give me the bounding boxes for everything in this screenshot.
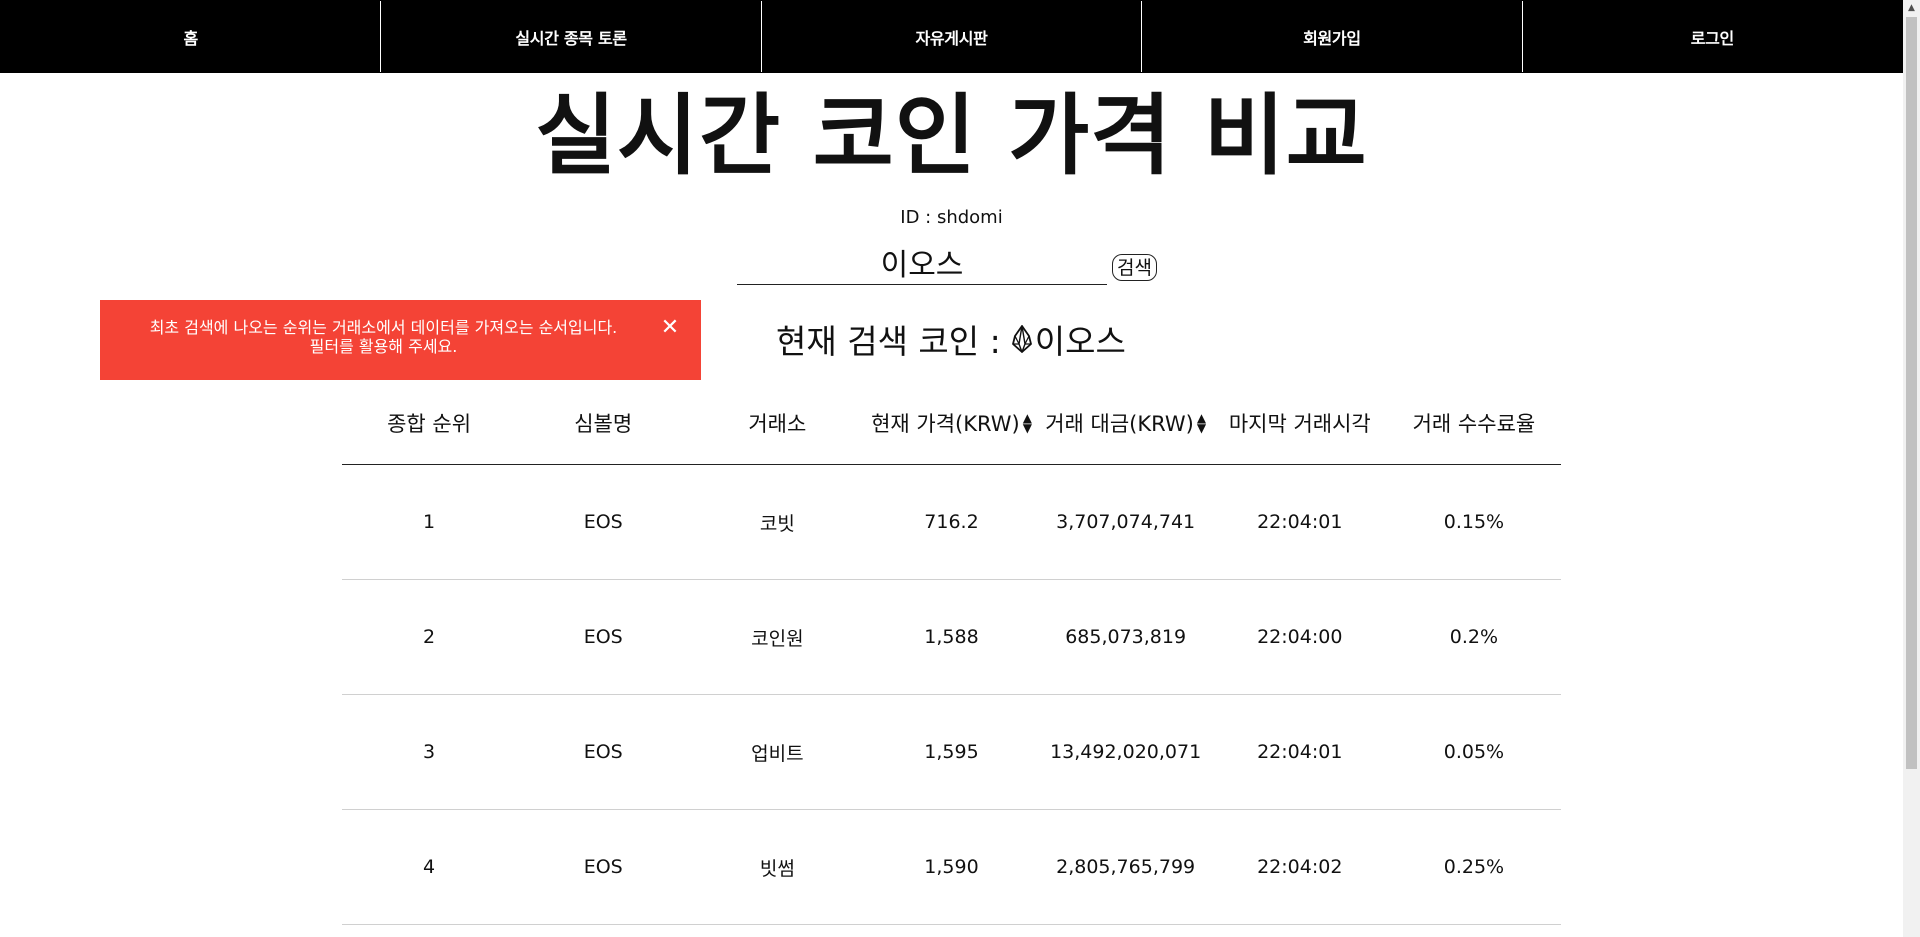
cell-price: 1,588 — [924, 626, 979, 648]
scroll-up-arrow-icon[interactable]: ▲ — [1903, 0, 1920, 17]
header-trade-volume[interactable]: 거래 대금(KRW) ▲ ▼ — [1039, 408, 1213, 438]
notification-toast: 최초 검색에 나오는 순위는 거래소에서 데이터를 가져오는 순서입니다. 필터… — [100, 300, 701, 380]
page: 홈 실시간 종목 토론 자유게시판 회원가입 로그인 실시간 코인 가격 비교 … — [0, 0, 1920, 937]
cell-time: 22:04:02 — [1257, 856, 1343, 878]
toast-message-line2: 필터를 활용해 주세요. — [309, 337, 458, 356]
table-row: 3 EOS 업비트 1,595 13,492,020,071 22:04:01 … — [342, 695, 1561, 810]
cell-fee: 0.25% — [1443, 856, 1505, 878]
header-exchange: 거래소 — [748, 411, 807, 436]
cell-volume: 13,492,020,071 — [1050, 741, 1202, 763]
cell-fee: 0.05% — [1443, 741, 1505, 763]
table-row: 4 EOS 빗썸 1,590 2,805,765,799 22:04:02 0.… — [342, 810, 1561, 925]
scrollbar-thumb[interactable] — [1906, 17, 1917, 769]
nav-item-label: 홈 — [183, 28, 198, 48]
nav-item-label: 회원가입 — [1303, 28, 1361, 48]
eos-logo-icon — [1011, 325, 1032, 353]
sort-arrows-icon[interactable]: ▲ ▼ — [1023, 412, 1032, 434]
cell-price: 1,590 — [924, 856, 979, 878]
cell-symbol: EOS — [583, 856, 623, 878]
cell-fee: 0.15% — [1443, 511, 1505, 533]
table-header-row: 종합 순위 심볼명 거래소 현재 가격(KRW) ▲ ▼ 거래 대금(KRW) ▲… — [342, 385, 1561, 465]
nav-item-label: 실시간 종목 토론 — [515, 28, 627, 48]
cell-rank: 4 — [423, 856, 436, 878]
cell-exchange: 코빗 — [759, 512, 795, 535]
nav-item-free-board[interactable]: 자유게시판 — [762, 1, 1143, 72]
cell-volume: 685,073,819 — [1065, 626, 1187, 648]
cell-fee: 0.2% — [1449, 626, 1499, 648]
search-button[interactable]: 검색 — [1112, 254, 1157, 281]
nav-item-home[interactable]: 홈 — [1, 1, 382, 72]
table-row: 1 EOS 코빗 716.2 3,707,074,741 22:04:01 0.… — [342, 465, 1561, 580]
user-id-label: ID : shdomi — [900, 207, 1003, 228]
cell-exchange: 업비트 — [751, 742, 804, 765]
header-last-trade-time: 마지막 거래시각 — [1228, 411, 1371, 436]
cell-volume: 2,805,765,799 — [1056, 856, 1196, 878]
cell-exchange: 빗썸 — [759, 857, 795, 880]
page-title: 실시간 코인 가격 비교 — [535, 84, 1368, 187]
nav-item-signup[interactable]: 회원가입 — [1142, 1, 1523, 72]
cell-rank: 2 — [423, 626, 436, 648]
header-current-price[interactable]: 현재 가격(KRW) ▲ ▼ — [864, 408, 1038, 438]
nav-item-live-discussion[interactable]: 실시간 종목 토론 — [381, 1, 762, 72]
header-symbol: 심볼명 — [574, 411, 633, 436]
cell-time: 22:04:01 — [1257, 741, 1343, 763]
cell-time: 22:04:01 — [1257, 511, 1343, 533]
price-table: 종합 순위 심볼명 거래소 현재 가격(KRW) ▲ ▼ 거래 대금(KRW) ▲… — [342, 385, 1561, 925]
cell-rank: 1 — [423, 511, 436, 533]
table-row: 2 EOS 코인원 1,588 685,073,819 22:04:00 0.2… — [342, 580, 1561, 695]
header-overall-rank: 종합 순위 — [387, 411, 472, 436]
sort-arrows-icon[interactable]: ▲ ▼ — [1197, 412, 1206, 434]
top-navbar: 홈 실시간 종목 토론 자유게시판 회원가입 로그인 — [0, 0, 1903, 73]
cell-rank: 3 — [423, 741, 436, 763]
nav-item-label: 자유게시판 — [915, 28, 988, 48]
cell-price: 1,595 — [924, 741, 979, 763]
cell-symbol: EOS — [583, 741, 623, 763]
cell-exchange: 코인원 — [751, 627, 804, 650]
header-fee-rate: 거래 수수료율 — [1412, 411, 1536, 436]
nav-item-login[interactable]: 로그인 — [1523, 1, 1902, 72]
cell-price: 716.2 — [924, 511, 979, 533]
current-coin-heading: 현재 검색 코인 : 이오스 — [776, 314, 1126, 364]
cell-symbol: EOS — [583, 511, 623, 533]
toast-message-line1: 최초 검색에 나오는 순위는 거래소에서 데이터를 가져오는 순서입니다. — [149, 318, 618, 337]
current-coin-name: 이오스 — [1034, 322, 1126, 361]
cell-time: 22:04:00 — [1257, 626, 1343, 648]
toast-close-icon[interactable]: ✕ — [658, 316, 682, 340]
cell-symbol: EOS — [583, 626, 623, 648]
nav-item-label: 로그인 — [1690, 28, 1735, 48]
search-input[interactable] — [737, 240, 1107, 285]
current-coin-label: 현재 검색 코인 : — [776, 322, 1001, 361]
cell-volume: 3,707,074,741 — [1056, 511, 1196, 533]
vertical-scrollbar[interactable]: ▲ — [1903, 0, 1920, 937]
